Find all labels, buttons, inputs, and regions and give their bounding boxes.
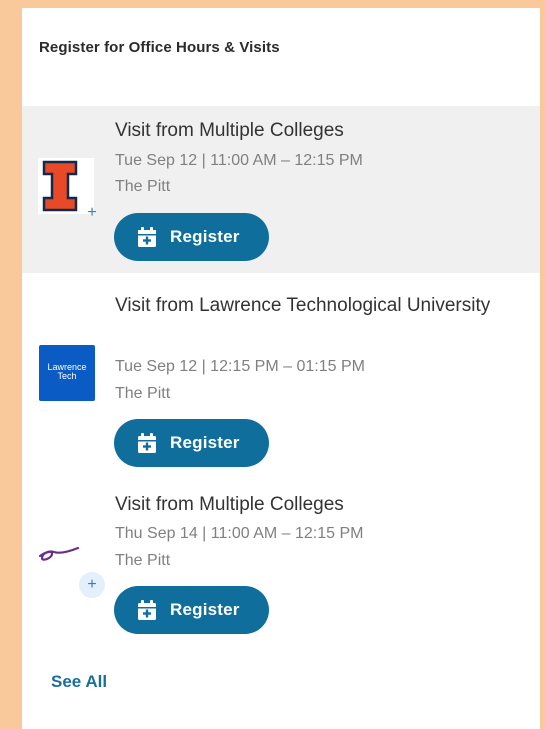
register-button[interactable]: Register bbox=[114, 586, 269, 634]
calendar-add-icon bbox=[138, 433, 156, 453]
see-all-link[interactable]: See All bbox=[51, 672, 107, 692]
visit-location: The Pitt bbox=[115, 178, 171, 195]
panel-title: Register for Office Hours & Visits bbox=[39, 39, 280, 56]
register-label: Register bbox=[170, 227, 240, 246]
register-button[interactable]: Register bbox=[114, 419, 269, 467]
office-hours-panel: Register for Office Hours & Visits + Vis… bbox=[22, 8, 540, 729]
lawrence-tech-logo: Lawrence Tech bbox=[39, 345, 95, 401]
visit-title: Visit from Lawrence Technological Univer… bbox=[115, 295, 491, 316]
visit-item: + Visit from Multiple Colleges Tue Sep 1… bbox=[22, 106, 540, 273]
visit-title: Visit from Multiple Colleges bbox=[115, 120, 344, 141]
visit-date: Thu Sep 14 | 11:00 AM – 12:15 PM bbox=[115, 525, 364, 542]
visit-item: + Visit from Multiple Colleges Thu Sep 1… bbox=[22, 480, 540, 650]
register-label: Register bbox=[170, 433, 240, 452]
visit-date: Tue Sep 12 | 11:00 AM – 12:15 PM bbox=[115, 152, 363, 169]
add-plus-icon: + bbox=[87, 204, 97, 221]
visit-date: Tue Sep 12 | 12:15 PM – 01:15 PM bbox=[115, 358, 365, 375]
register-label: Register bbox=[170, 600, 240, 619]
calendar-add-icon bbox=[138, 227, 156, 247]
visit-location: The Pitt bbox=[115, 385, 171, 402]
visit-item: Lawrence Tech Visit from Lawrence Techno… bbox=[22, 284, 540, 467]
visit-title: Visit from Multiple Colleges bbox=[115, 494, 344, 515]
add-plus-icon: + bbox=[79, 572, 105, 598]
visit-location: The Pitt bbox=[115, 552, 171, 569]
logo-text: Lawrence Tech bbox=[47, 362, 87, 381]
calendar-add-icon bbox=[138, 600, 156, 620]
register-button[interactable]: Register bbox=[114, 213, 269, 261]
